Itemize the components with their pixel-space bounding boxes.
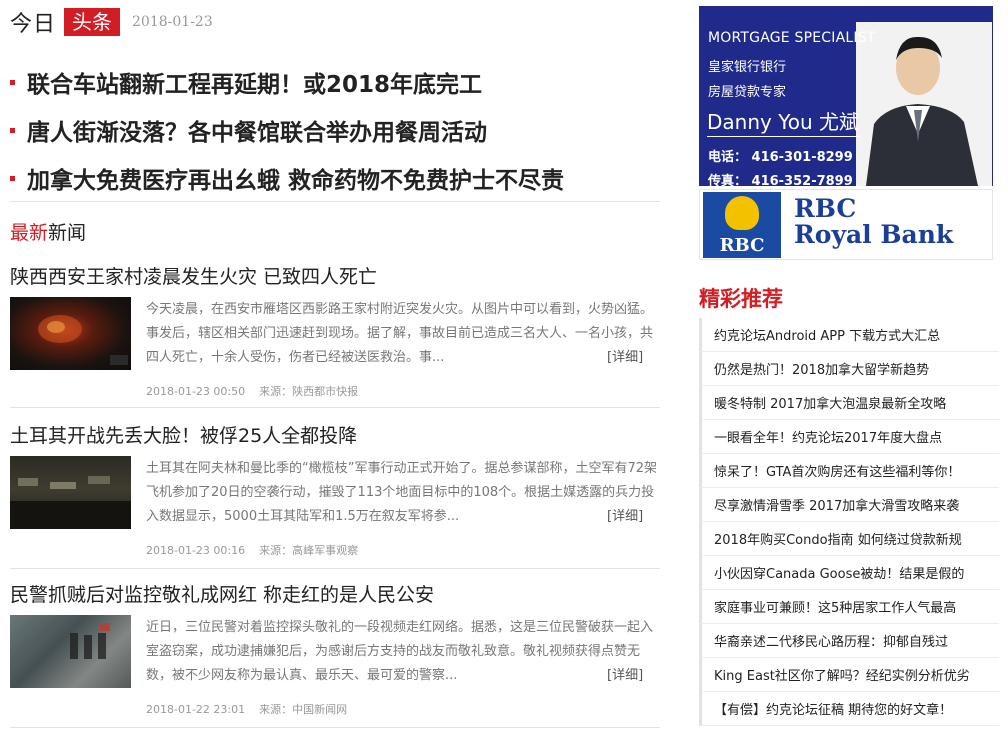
news-meta: 2018-01-22 23:01 来源：中国新闻网 <box>146 701 347 717</box>
recommend-item-label[interactable]: 尽享激情滑雪季 2017加拿大滑雪攻略来袭 <box>714 495 959 514</box>
recommend-item-label[interactable]: 约克论坛Android APP 下载方式大汇总 <box>714 325 940 344</box>
divider <box>10 568 660 569</box>
news-item: 土耳其开战先丢大脸！被俘25人全都投降 土耳其在阿夫林和曼比季的“橄榄枝”军事行… <box>10 421 660 581</box>
news-detail-link[interactable]: [详细] <box>607 346 643 365</box>
ad-headline: MORTGAGE SPECIALIST <box>708 30 876 46</box>
divider <box>10 727 660 728</box>
news-detail-link[interactable]: [详细] <box>607 664 643 683</box>
recommend-item-label[interactable]: 惊呆了！GTA首次购房还有这些福利等你！ <box>714 461 960 480</box>
news-meta: 2018-01-23 00:16 来源：高峰军事观察 <box>146 542 358 558</box>
main-column: 今日 头条 2018-01-23 联合车站翻新工程再延期！或2018年底完工 唐… <box>0 0 670 735</box>
rbc-wordmark: RBC <box>794 194 857 223</box>
ad-phone: 电话： 416-301-8299 <box>708 150 853 165</box>
news-summary: 土耳其在阿夫林和曼比季的“橄榄枝”军事行动正式开始了。据总参谋部称，土空军有72… <box>146 461 658 524</box>
recommend-item[interactable]: 家庭事业可兼顾！这5种居家工作人气最高 <box>699 590 999 624</box>
cctv-scene-image <box>10 615 131 688</box>
recommend-item-label[interactable]: 家庭事业可兼顾！这5种居家工作人气最高 <box>714 597 956 616</box>
military-scene-image <box>10 476 131 529</box>
recommend-item-label[interactable]: 仍然是热门！2018加拿大留学新趋势 <box>714 359 929 378</box>
ad-bank-name: 皇家银行银行 <box>708 60 787 75</box>
headline-item[interactable]: 唐人街渐没落？各中餐馆联合举办用餐周活动 <box>10 106 650 154</box>
news-meta: 2018-01-23 00:50 来源：陕西都市快报 <box>146 383 358 399</box>
ad-fax: 传真： 416-352-7899 <box>708 174 853 189</box>
news-source: 来源：中国新闻网 <box>259 703 348 716</box>
brand-headlines[interactable]: 头条 <box>64 8 121 36</box>
recommend-item-label[interactable]: 华裔亲述二代移民心路历程：抑郁自残过 <box>714 631 948 650</box>
brand-today: 今日 <box>10 12 57 37</box>
news-title[interactable]: 民警抓贼后对监控敬礼成网红 称走红的是人民公安 <box>10 580 434 607</box>
news-thumbnail[interactable] <box>10 456 131 529</box>
news-item: 民警抓贼后对监控敬礼成网红 称走红的是人民公安 近日，三位民警对着监控探头敬礼的… <box>10 580 660 735</box>
recommend-item[interactable]: 尽享激情滑雪季 2017加拿大滑雪攻略来袭 <box>699 488 999 522</box>
bullet-icon <box>10 79 15 85</box>
recommend-item[interactable]: 小伙因穿Canada Goose被劫！结果是假的 <box>699 556 999 590</box>
news-detail-link[interactable]: [详细] <box>607 505 643 524</box>
news-source: 来源：陕西都市快报 <box>259 385 359 398</box>
lion-icon <box>725 196 759 230</box>
news-time: 2018-01-22 23:01 <box>146 703 246 716</box>
recommend-item[interactable]: 暖冬特制 2017加拿大泡温泉最新全攻略 <box>699 386 999 420</box>
recommend-list: 约克论坛Android APP 下载方式大汇总 仍然是热门！2018加拿大留学新… <box>699 318 999 726</box>
bullet-icon <box>10 127 15 133</box>
headline-text[interactable]: 加拿大免费医疗再出幺蛾 救命药物不免费护士不尽责 <box>27 161 564 195</box>
recommend-item[interactable]: King East社区你了解吗？经纪实例分析优劣 <box>699 658 999 692</box>
news-time: 2018-01-23 00:16 <box>146 544 246 557</box>
mortgage-ad-banner[interactable]: MORTGAGE SPECIALIST 皇家银行银行 房屋贷款专家 Danny … <box>699 6 993 260</box>
recommend-title: 精彩推荐 <box>699 287 783 311</box>
recommend-item-label[interactable]: 小伙因穿Canada Goose被劫！结果是假的 <box>714 563 964 582</box>
news-title[interactable]: 土耳其开战先丢大脸！被俘25人全都投降 <box>10 421 357 448</box>
news-source: 来源：高峰军事观察 <box>259 544 359 557</box>
recommend-item[interactable]: 2018年购买Condo指南 如何绕过贷款新规 <box>699 522 999 556</box>
headline-item[interactable]: 加拿大免费医疗再出幺蛾 救命药物不免费护士不尽责 <box>10 154 650 202</box>
news-summary: 今天凌晨，在西安市雁塔区西影路王家村附近突发火灾。从图片中可以看到，火势凶猛。事… <box>146 302 654 365</box>
news-title[interactable]: 陕西西安王家村凌晨发生火灾 已致四人死亡 <box>10 262 377 289</box>
rbc-logo-strip: RBC RBC Royal Bank <box>699 189 993 260</box>
rbc-shield-icon: RBC <box>703 192 781 258</box>
recommend-item[interactable]: 仍然是热门！2018加拿大留学新趋势 <box>699 352 999 386</box>
recommend-item-label[interactable]: 暖冬特制 2017加拿大泡温泉最新全攻略 <box>714 393 946 412</box>
headline-text[interactable]: 唐人街渐没落？各中餐馆联合举办用餐周活动 <box>27 113 487 147</box>
news-thumbnail[interactable] <box>10 615 131 688</box>
section-title-rest: 新闻 <box>48 222 87 244</box>
recommend-item-label[interactable]: 一眼看全年！约克论坛2017年度大盘点 <box>714 427 942 446</box>
person-portrait-image <box>856 22 992 186</box>
recommend-item-label[interactable]: King East社区你了解吗？经纪实例分析优劣 <box>714 665 970 684</box>
rbc-shield-text: RBC <box>719 235 765 256</box>
recommend-item[interactable]: 华裔亲述二代移民心路历程：抑郁自残过 <box>699 624 999 658</box>
section-title-latest-news: 最新新闻 <box>10 218 86 245</box>
royal-bank-wordmark: Royal Bank <box>794 220 954 249</box>
headline-list: 联合车站翻新工程再延期！或2018年底完工 唐人街渐没落？各中餐馆联合举办用餐周… <box>10 58 650 202</box>
divider <box>10 407 660 408</box>
bullet-icon <box>10 175 15 181</box>
section-title-highlight: 最新 <box>10 222 49 244</box>
recommend-item-label[interactable]: 【有偿】约克论坛征稿 期待您的好文章！ <box>714 699 952 718</box>
fire-scene-image <box>38 315 128 365</box>
headline-text[interactable]: 联合车站翻新工程再延期！或2018年底完工 <box>27 65 482 99</box>
sidebar: MORTGAGE SPECIALIST 皇家银行银行 房屋贷款专家 Danny … <box>699 0 999 735</box>
ad-role: 房屋贷款专家 <box>708 85 787 100</box>
site-header: 今日 头条 2018-01-23 <box>10 8 213 37</box>
header-date: 2018-01-23 <box>132 14 213 30</box>
news-time: 2018-01-23 00:50 <box>146 385 246 398</box>
recommend-item-label[interactable]: 2018年购买Condo指南 如何绕过贷款新规 <box>714 529 962 548</box>
agent-photo <box>856 22 992 186</box>
divider <box>10 201 660 202</box>
news-item: 陕西西安王家村凌晨发生火灾 已致四人死亡 今天凌晨，在西安市雁塔区西影路王家村附… <box>10 262 660 422</box>
recommend-item[interactable]: 约克论坛Android APP 下载方式大汇总 <box>699 318 999 352</box>
recommend-item[interactable]: 一眼看全年！约克论坛2017年度大盘点 <box>699 420 999 454</box>
ad-agent-name: Danny You 尤斌 <box>707 106 860 137</box>
news-thumbnail[interactable] <box>10 297 131 370</box>
news-summary: 近日，三位民警对着监控探头敬礼的一段视频走红网络。据悉，这是三位民警破获一起入室… <box>146 620 654 683</box>
recommend-item[interactable]: 惊呆了！GTA首次购房还有这些福利等你！ <box>699 454 999 488</box>
recommend-item[interactable]: 【有偿】约克论坛征稿 期待您的好文章！ <box>699 692 999 726</box>
headline-item[interactable]: 联合车站翻新工程再延期！或2018年底完工 <box>10 58 650 106</box>
